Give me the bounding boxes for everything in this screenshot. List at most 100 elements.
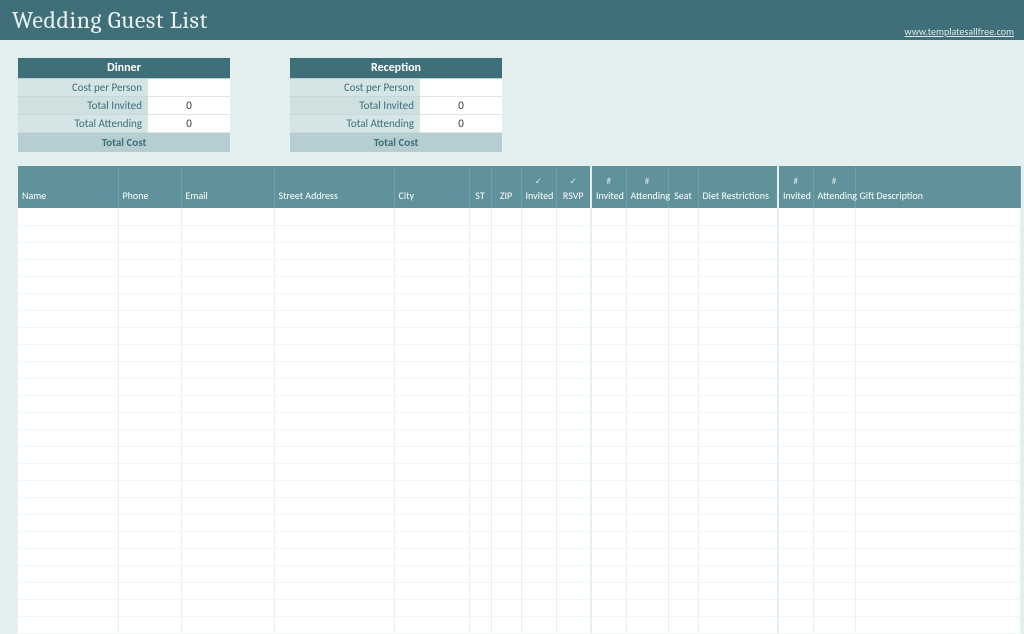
- cell[interactable]: [469, 616, 491, 633]
- cell[interactable]: [521, 531, 556, 548]
- cell[interactable]: [813, 429, 855, 446]
- cell[interactable]: [181, 395, 274, 412]
- cell[interactable]: [394, 480, 469, 497]
- cell[interactable]: [521, 242, 556, 259]
- cell[interactable]: [274, 412, 394, 429]
- cell[interactable]: [274, 378, 394, 395]
- cell[interactable]: [778, 242, 813, 259]
- cell[interactable]: [521, 327, 556, 344]
- cell[interactable]: [591, 514, 626, 531]
- cell[interactable]: [855, 531, 1020, 548]
- col-invited[interactable]: ✓Invited: [521, 166, 556, 208]
- cell[interactable]: [813, 599, 855, 616]
- cell[interactable]: [491, 344, 521, 361]
- cell[interactable]: [668, 293, 698, 310]
- cell[interactable]: [118, 531, 181, 548]
- cell[interactable]: [274, 480, 394, 497]
- cell[interactable]: [778, 463, 813, 480]
- cell[interactable]: [813, 208, 855, 225]
- cell[interactable]: [181, 446, 274, 463]
- col-city[interactable]: City: [394, 166, 469, 208]
- cell[interactable]: [491, 446, 521, 463]
- cell[interactable]: [626, 548, 668, 565]
- cell[interactable]: [274, 497, 394, 514]
- cell[interactable]: [394, 242, 469, 259]
- cell[interactable]: [626, 208, 668, 225]
- cell[interactable]: [469, 446, 491, 463]
- cell[interactable]: [521, 361, 556, 378]
- cell[interactable]: [698, 276, 778, 293]
- cell[interactable]: [491, 225, 521, 242]
- cell[interactable]: [698, 225, 778, 242]
- cell[interactable]: [274, 242, 394, 259]
- cell[interactable]: [813, 242, 855, 259]
- cell[interactable]: [668, 378, 698, 395]
- cell[interactable]: [469, 599, 491, 616]
- cell[interactable]: [668, 429, 698, 446]
- cell[interactable]: [698, 344, 778, 361]
- cell[interactable]: [274, 548, 394, 565]
- cell[interactable]: [813, 548, 855, 565]
- cell[interactable]: [698, 378, 778, 395]
- cell[interactable]: [18, 208, 118, 225]
- cell[interactable]: [118, 293, 181, 310]
- cell[interactable]: [491, 497, 521, 514]
- col-rsvp[interactable]: ✓RSVP: [556, 166, 591, 208]
- cell[interactable]: [855, 395, 1020, 412]
- cell[interactable]: [668, 310, 698, 327]
- cell[interactable]: [556, 599, 591, 616]
- cell[interactable]: [18, 361, 118, 378]
- cell[interactable]: [813, 514, 855, 531]
- cell[interactable]: [591, 548, 626, 565]
- cell[interactable]: [813, 344, 855, 361]
- cell[interactable]: [274, 463, 394, 480]
- summary-value[interactable]: 0: [148, 115, 230, 133]
- cell[interactable]: [556, 208, 591, 225]
- cell[interactable]: [778, 208, 813, 225]
- cell[interactable]: [668, 259, 698, 276]
- cell[interactable]: [469, 565, 491, 582]
- cell[interactable]: [556, 497, 591, 514]
- cell[interactable]: [698, 565, 778, 582]
- cell[interactable]: [698, 531, 778, 548]
- cell[interactable]: [491, 327, 521, 344]
- cell[interactable]: [394, 582, 469, 599]
- cell[interactable]: [778, 378, 813, 395]
- cell[interactable]: [591, 344, 626, 361]
- col-diet[interactable]: Diet Restrictions: [698, 166, 778, 208]
- cell[interactable]: [181, 582, 274, 599]
- cell[interactable]: [591, 293, 626, 310]
- col-phone[interactable]: Phone: [118, 166, 181, 208]
- cell[interactable]: [556, 259, 591, 276]
- cell[interactable]: [778, 344, 813, 361]
- cell[interactable]: [521, 429, 556, 446]
- cell[interactable]: [813, 259, 855, 276]
- cell[interactable]: [855, 446, 1020, 463]
- cell[interactable]: [181, 259, 274, 276]
- cell[interactable]: [778, 480, 813, 497]
- cell[interactable]: [855, 361, 1020, 378]
- summary-value[interactable]: 0: [420, 115, 502, 133]
- cell[interactable]: [698, 395, 778, 412]
- cell[interactable]: [521, 276, 556, 293]
- cell[interactable]: [18, 480, 118, 497]
- cell[interactable]: [556, 412, 591, 429]
- cell[interactable]: [274, 293, 394, 310]
- cell[interactable]: [778, 497, 813, 514]
- cell[interactable]: [274, 531, 394, 548]
- cell[interactable]: [521, 548, 556, 565]
- cell[interactable]: [855, 378, 1020, 395]
- cell[interactable]: [626, 480, 668, 497]
- cell[interactable]: [668, 599, 698, 616]
- cell[interactable]: [274, 208, 394, 225]
- cell[interactable]: [394, 310, 469, 327]
- cell[interactable]: [181, 242, 274, 259]
- cell[interactable]: [626, 293, 668, 310]
- cell[interactable]: [813, 327, 855, 344]
- cell[interactable]: [556, 310, 591, 327]
- cell[interactable]: [668, 497, 698, 514]
- cell[interactable]: [394, 548, 469, 565]
- cell[interactable]: [521, 565, 556, 582]
- cell[interactable]: [778, 293, 813, 310]
- cell[interactable]: [556, 293, 591, 310]
